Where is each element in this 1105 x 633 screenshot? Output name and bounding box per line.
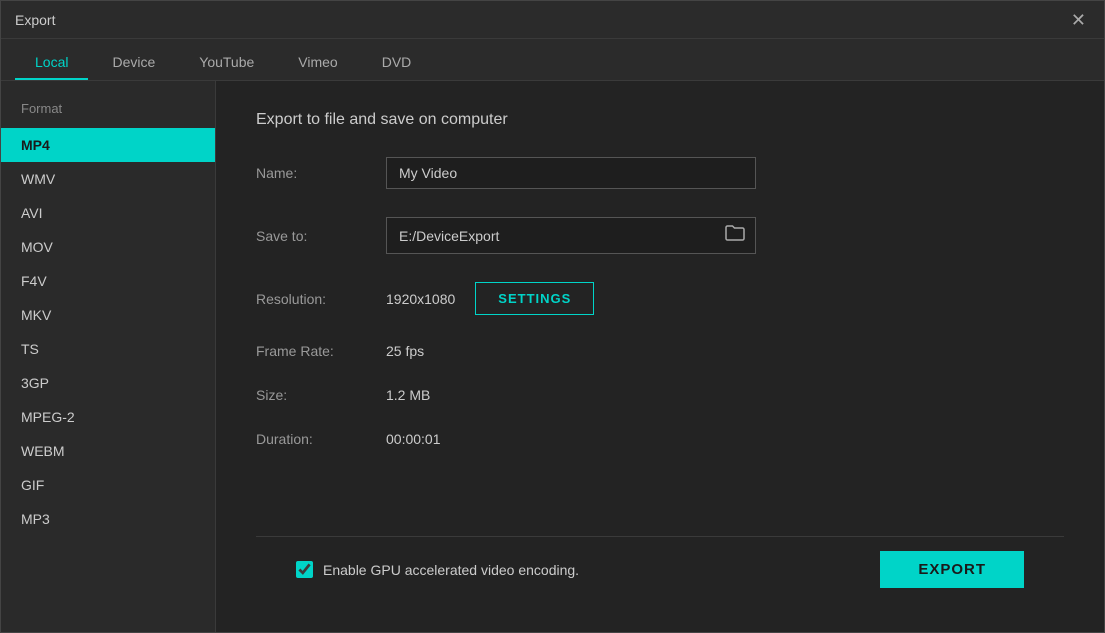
- size-value: 1.2 MB: [386, 387, 430, 403]
- gpu-label: Enable GPU accelerated video encoding.: [323, 562, 579, 578]
- framerate-row: Frame Rate: 25 fps: [256, 343, 1064, 359]
- resolution-value: 1920x1080: [386, 291, 455, 307]
- gpu-checkbox[interactable]: [296, 561, 313, 578]
- tab-local[interactable]: Local: [15, 46, 88, 80]
- name-label: Name:: [256, 165, 386, 181]
- gpu-option-row: Enable GPU accelerated video encoding.: [296, 561, 579, 578]
- format-item-wmv[interactable]: WMV: [1, 162, 215, 196]
- close-button[interactable]: ✕: [1067, 9, 1090, 31]
- format-item-3gp[interactable]: 3GP: [1, 366, 215, 400]
- framerate-label: Frame Rate:: [256, 343, 386, 359]
- tab-bar: Local Device YouTube Vimeo DVD: [1, 39, 1104, 81]
- size-label: Size:: [256, 387, 386, 403]
- resolution-label: Resolution:: [256, 291, 386, 307]
- export-button[interactable]: EXPORT: [880, 551, 1024, 588]
- format-item-mkv[interactable]: MKV: [1, 298, 215, 332]
- format-item-mpeg2[interactable]: MPEG-2: [1, 400, 215, 434]
- duration-label: Duration:: [256, 431, 386, 447]
- saveto-label: Save to:: [256, 228, 386, 244]
- framerate-value: 25 fps: [386, 343, 424, 359]
- name-row: Name:: [256, 157, 1064, 189]
- tab-youtube[interactable]: YouTube: [179, 46, 274, 80]
- resolution-row: Resolution: 1920x1080 SETTINGS: [256, 282, 1064, 315]
- panel-title: Export to file and save on computer: [256, 111, 1064, 129]
- main-panel: Export to file and save on computer Name…: [216, 81, 1104, 632]
- export-dialog: Export ✕ Local Device YouTube Vimeo DVD …: [0, 0, 1105, 633]
- format-label: Format: [1, 101, 215, 116]
- duration-row: Duration: 00:00:01: [256, 431, 1064, 447]
- format-item-webm[interactable]: WEBM: [1, 434, 215, 468]
- format-item-gif[interactable]: GIF: [1, 468, 215, 502]
- folder-browse-button[interactable]: [715, 218, 755, 253]
- tab-vimeo[interactable]: Vimeo: [278, 46, 357, 80]
- format-item-mov[interactable]: MOV: [1, 230, 215, 264]
- path-input-wrap: [386, 217, 756, 254]
- saveto-input[interactable]: [387, 221, 715, 251]
- tab-device[interactable]: Device: [92, 46, 175, 80]
- format-item-ts[interactable]: TS: [1, 332, 215, 366]
- format-item-avi[interactable]: AVI: [1, 196, 215, 230]
- format-item-f4v[interactable]: F4V: [1, 264, 215, 298]
- title-bar: Export ✕: [1, 1, 1104, 39]
- name-input[interactable]: [386, 157, 756, 189]
- saveto-row: Save to:: [256, 217, 1064, 254]
- content-area: Format MP4 WMV AVI MOV F4V MKV TS 3GP MP…: [1, 81, 1104, 632]
- duration-value: 00:00:01: [386, 431, 441, 447]
- tab-dvd[interactable]: DVD: [362, 46, 432, 80]
- sidebar: Format MP4 WMV AVI MOV F4V MKV TS 3GP MP…: [1, 81, 216, 632]
- bottom-bar: Enable GPU accelerated video encoding. E…: [256, 536, 1064, 602]
- size-row: Size: 1.2 MB: [256, 387, 1064, 403]
- format-item-mp3[interactable]: MP3: [1, 502, 215, 536]
- format-item-mp4[interactable]: MP4: [1, 128, 215, 162]
- resolution-value-row: 1920x1080 SETTINGS: [386, 282, 594, 315]
- dialog-title: Export: [15, 12, 55, 28]
- settings-button[interactable]: SETTINGS: [475, 282, 594, 315]
